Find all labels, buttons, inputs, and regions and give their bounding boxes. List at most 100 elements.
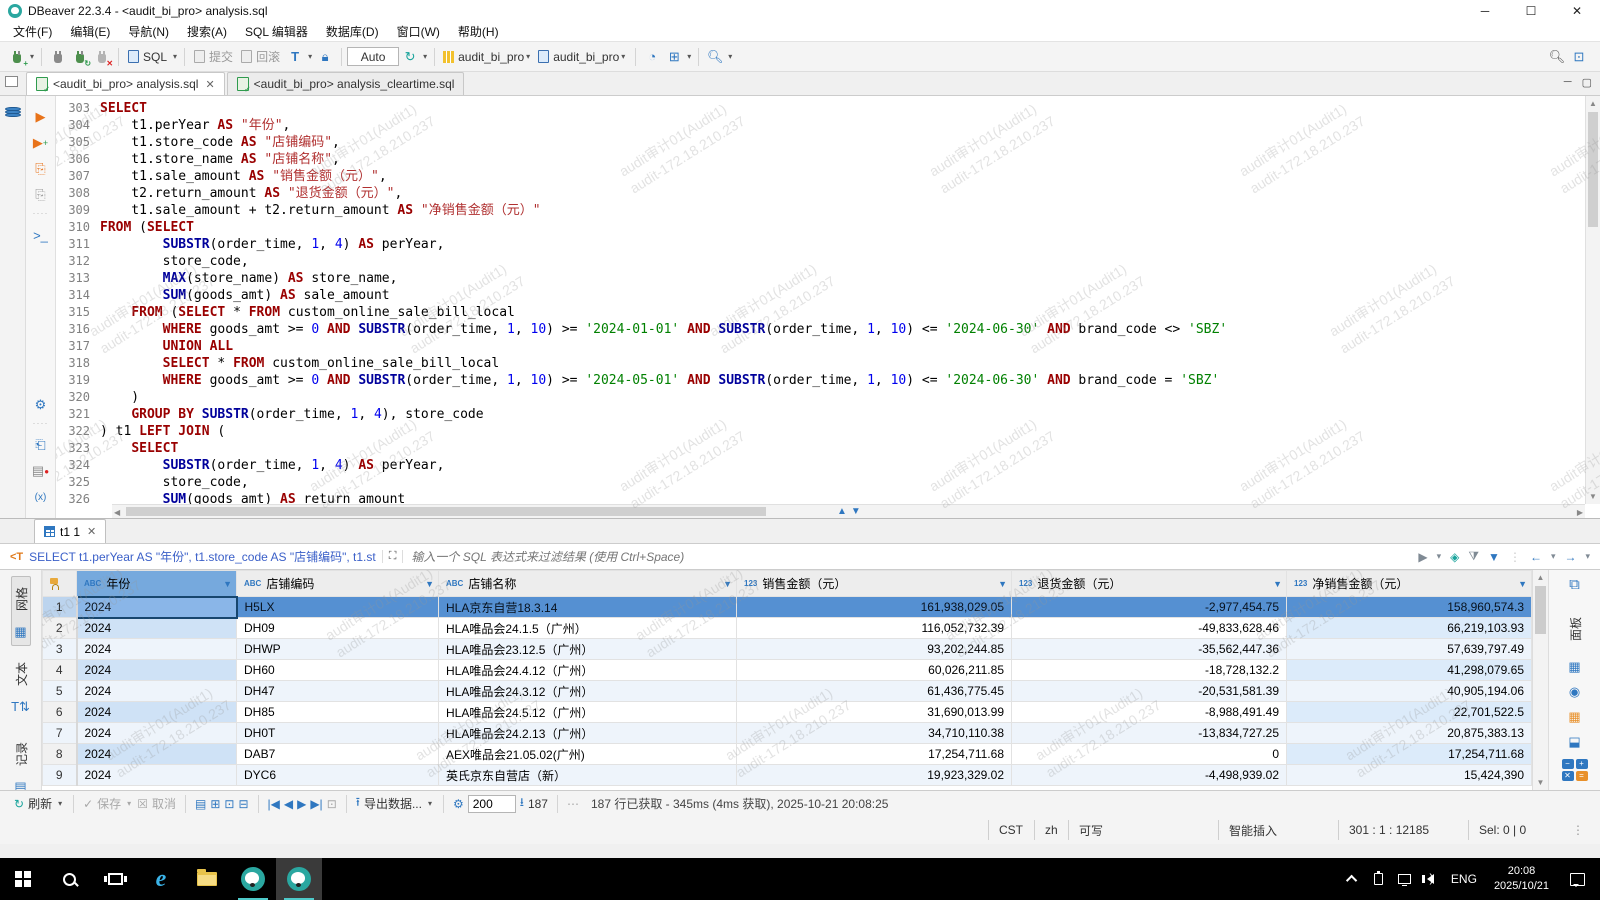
minimize-button[interactable]: ─ <box>1462 0 1508 22</box>
code-area[interactable]: 303SELECT304 t1.perYear AS "年份",305 t1.s… <box>56 96 1600 518</box>
taskbar-search-button[interactable] <box>46 858 92 900</box>
result-tab-close-icon[interactable]: ✕ <box>87 525 96 538</box>
connection-selector[interactable]: audit_bi_pro▾ <box>443 50 532 64</box>
transaction-log-icon[interactable]: T <box>286 48 304 66</box>
execute-script-icon[interactable]: ⎘ <box>26 156 55 182</box>
cell[interactable]: 93,202,244.85 <box>737 639 1012 660</box>
cell[interactable]: 40,905,194.06 <box>1287 681 1532 702</box>
table-row[interactable]: 42024DH60HLA唯品会24.4.12（广州）60,026,211.85-… <box>43 660 1532 681</box>
cell[interactable]: 57,639,797.49 <box>1287 639 1532 660</box>
plan-caret[interactable]: ▾ <box>687 52 691 61</box>
cell[interactable]: 66,219,103.93 <box>1287 618 1532 639</box>
cell[interactable]: HLA京东自营18.3.14 <box>439 597 737 618</box>
cell[interactable]: 158,960,574.3 <box>1287 597 1532 618</box>
column-header[interactable]: ABC店铺编码▼ <box>237 571 439 597</box>
maximize-editor-icon[interactable]: ▢ <box>1582 76 1592 89</box>
cell[interactable]: DH0T <box>237 723 439 744</box>
cell[interactable]: 116,052,732.39 <box>737 618 1012 639</box>
start-button[interactable] <box>0 858 46 900</box>
references-panel-icon[interactable]: ⬓ <box>1568 734 1580 750</box>
action-center-icon[interactable] <box>1559 873 1595 886</box>
rollback-button[interactable]: 回滚 <box>237 46 284 67</box>
cell[interactable]: DH47 <box>237 681 439 702</box>
cell[interactable]: 15,424,390 <box>1287 765 1532 786</box>
delete-row-icon[interactable]: ⊟ <box>238 797 248 811</box>
cell[interactable]: 英氏京东自营店（新） <box>439 765 737 786</box>
dbeaver-taskbar-button[interactable] <box>230 858 276 900</box>
cell[interactable]: -4,498,939.02 <box>1012 765 1287 786</box>
menu-item[interactable]: 窗口(W) <box>388 21 449 42</box>
editor-tab[interactable]: <audit_bi_pro> analysis_cleartime.sql <box>227 72 465 95</box>
cell[interactable]: AEX唯品会21.05.02(广州) <box>439 744 737 765</box>
disconnect-icon[interactable]: ✕ <box>93 48 111 66</box>
prev-page-icon[interactable]: ◀ <box>284 797 293 811</box>
sql-editor-caret[interactable]: ▾ <box>173 52 177 61</box>
minimize-editor-icon[interactable]: ─ <box>1564 76 1572 89</box>
language-indicator[interactable]: ENG <box>1444 872 1484 886</box>
cell[interactable]: DH09 <box>237 618 439 639</box>
sql-console-icon[interactable]: >_ <box>26 222 55 248</box>
table-row[interactable]: 92024DYC6英氏京东自营店（新）19,923,329.02-4,498,9… <box>43 765 1532 786</box>
save-caret[interactable]: ▾ <box>127 799 131 808</box>
query-text[interactable]: SELECT t1.perYear AS "年份", t1.store_code… <box>29 548 376 565</box>
cell[interactable]: -49,833,628.46 <box>1012 618 1287 639</box>
cell[interactable]: HLA唯品会23.12.5（广州） <box>439 639 737 660</box>
cell[interactable]: 61,436,775.45 <box>737 681 1012 702</box>
new-connection-icon[interactable]: + <box>8 48 26 66</box>
filter-history-caret[interactable]: ▾ <box>1437 551 1442 562</box>
cell[interactable]: 2024 <box>77 723 237 744</box>
connect-icon[interactable] <box>49 48 67 66</box>
cell[interactable]: DHWP <box>237 639 439 660</box>
cell[interactable]: -35,562,447.36 <box>1012 639 1287 660</box>
menu-item[interactable]: 导航(N) <box>119 21 178 42</box>
presentation-tab-text[interactable]: 文本T⇅ <box>9 652 32 720</box>
more-icon[interactable]: ⋯ <box>567 797 579 811</box>
execute-statement-icon[interactable]: ▶ <box>26 104 55 130</box>
schema-selector[interactable]: audit_bi_pro▾ <box>538 50 627 64</box>
presentation-tab-record[interactable]: 记录▤ <box>12 732 30 790</box>
explain-script-icon[interactable]: ⎘ <box>26 182 55 208</box>
edit-cell-icon[interactable]: ▤ <box>195 797 206 811</box>
cell[interactable]: 0 <box>1012 744 1287 765</box>
row-number[interactable]: 5 <box>43 681 77 702</box>
column-filter-caret[interactable]: ▼ <box>723 579 732 589</box>
filter-settings-icon[interactable]: ⧩ <box>1468 549 1479 564</box>
save-button[interactable]: 保存 <box>97 795 121 812</box>
nav-forward-icon[interactable]: → <box>1564 550 1576 564</box>
cell[interactable]: 2024 <box>77 702 237 723</box>
cell[interactable]: 17,254,711.68 <box>1287 744 1532 765</box>
duplicate-row-icon[interactable]: ⊡ <box>224 797 234 811</box>
sash-maximize-icons[interactable]: ▲▼ <box>837 506 865 517</box>
cell[interactable]: 20,875,383.13 <box>1287 723 1532 744</box>
expand-query-icon[interactable]: ⛶ <box>382 550 404 563</box>
editor-tab-close-icon[interactable]: ✕ <box>205 78 214 91</box>
column-filter-caret[interactable]: ▼ <box>998 579 1007 589</box>
filter-input[interactable] <box>403 550 1418 564</box>
table-row[interactable]: 52024DH47HLA唯品会24.3.12（广州）61,436,775.45-… <box>43 681 1532 702</box>
cell[interactable]: 17,254,711.68 <box>737 744 1012 765</box>
cell[interactable]: -18,728,132.2 <box>1012 660 1287 681</box>
file-explorer-button[interactable] <box>184 858 230 900</box>
new-connection-caret[interactable]: ▾ <box>30 52 34 61</box>
row-number[interactable]: 3 <box>43 639 77 660</box>
status-overflow-icon[interactable]: ⋮ <box>1558 823 1600 837</box>
editor-vertical-scrollbar[interactable]: ▲ ▼ <box>1585 96 1600 504</box>
editor-settings-icon[interactable]: ⚙ <box>26 392 55 418</box>
table-row[interactable]: 82024DAB7AEX唯品会21.05.02(广州)17,254,711.68… <box>43 744 1532 765</box>
network-tray-icon[interactable] <box>1392 874 1418 884</box>
transaction-caret[interactable]: ▾ <box>308 52 312 61</box>
taskbar-clock[interactable]: 20:08 2025/10/21 <box>1484 864 1559 894</box>
fetch-all-icon[interactable]: ⭳ <box>520 793 524 814</box>
cell[interactable]: 2024 <box>77 597 237 618</box>
row-number[interactable]: 7 <box>43 723 77 744</box>
variables-icon[interactable]: (x) <box>26 484 55 510</box>
menu-item[interactable]: 帮助(H) <box>449 21 508 42</box>
grid-settings-icon[interactable]: ⚙ <box>453 797 464 811</box>
result-tab[interactable]: t1 1 ✕ <box>34 519 106 543</box>
status-caret-position[interactable]: 301 : 1 : 12185 <box>1338 820 1468 840</box>
cell[interactable]: HLA唯品会24.3.12（广州） <box>439 681 737 702</box>
add-row-icon[interactable]: ⊞ <box>210 797 220 811</box>
cell[interactable]: 60,026,211.85 <box>737 660 1012 681</box>
row-number[interactable]: 2 <box>43 618 77 639</box>
cell[interactable]: -20,531,581.39 <box>1012 681 1287 702</box>
